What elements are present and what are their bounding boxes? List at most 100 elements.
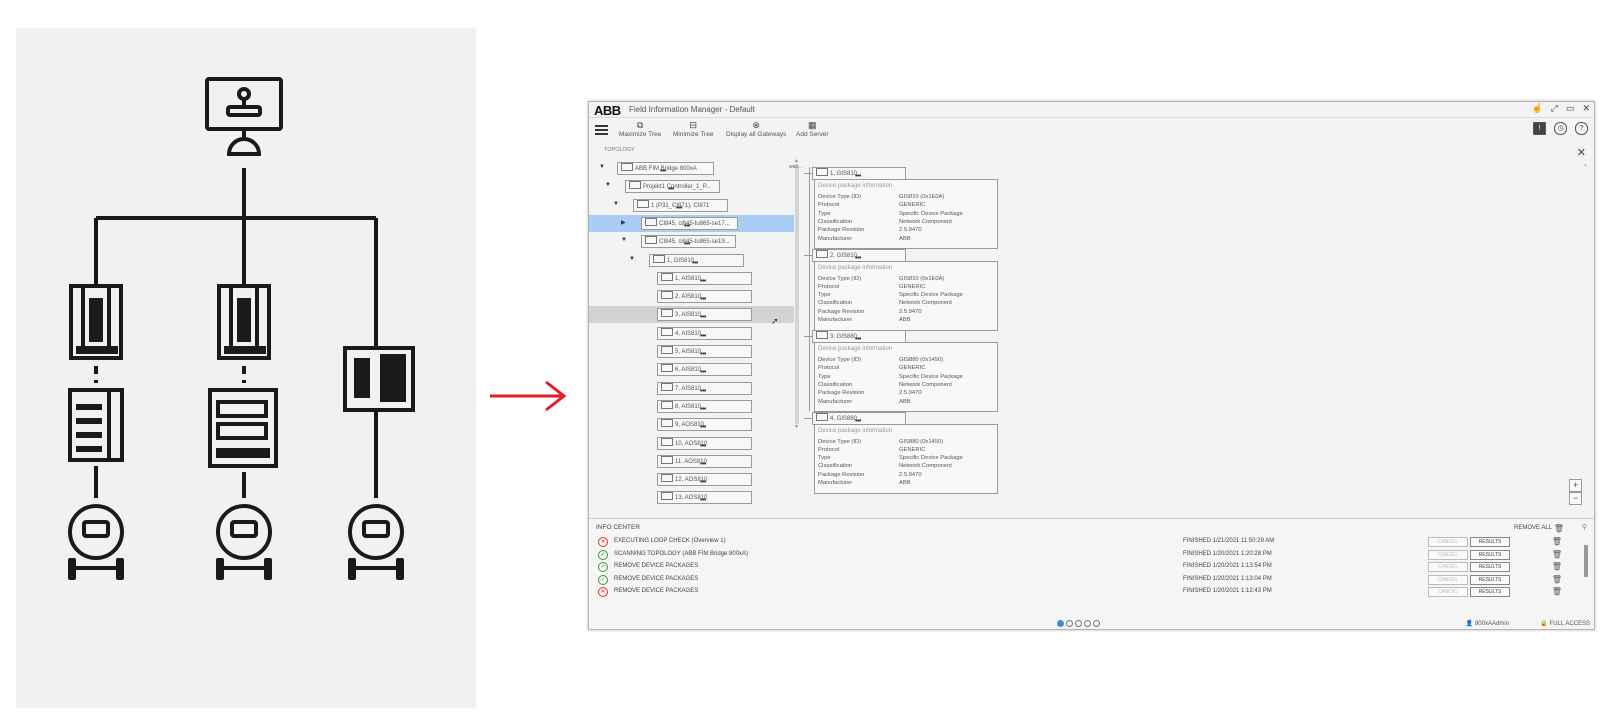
history-icon[interactable]: ◷ bbox=[1554, 122, 1567, 135]
trash-icon[interactable]: 🗑 bbox=[1552, 562, 1562, 571]
caret-down-icon[interactable]: ▼ bbox=[599, 164, 605, 170]
tree-row[interactable]: 13, AOS810 ••• bbox=[589, 489, 794, 506]
tree-node[interactable]: Projekt1 Controller_1_P... ••• bbox=[625, 180, 720, 194]
tree-node[interactable]: 4, AIS810 ••• bbox=[657, 326, 752, 340]
page-dot[interactable] bbox=[1066, 620, 1073, 627]
tree-row[interactable]: 3, AIS810 ••• bbox=[589, 306, 794, 324]
tree-node[interactable]: 9, AOS810 ••• bbox=[657, 418, 752, 432]
zoom-in-button[interactable]: + bbox=[1569, 479, 1582, 492]
tree-row[interactable]: 10, AOS810 ••• bbox=[589, 435, 794, 452]
tree-node[interactable]: CI845, ci845-tu865-se19... ••• bbox=[641, 235, 736, 249]
results-button[interactable]: RESULTS bbox=[1470, 587, 1510, 598]
trash-icon[interactable]: 🗑 bbox=[1552, 587, 1562, 596]
tree-row[interactable]: ▼ ABB FIM Bridge 800xA ••• bbox=[589, 160, 794, 177]
minimize-tree-button[interactable]: ⊟ Minimize Tree bbox=[673, 120, 713, 138]
cancel-button[interactable]: CANCEL bbox=[1428, 574, 1468, 585]
caret-down-icon[interactable]: ▼ bbox=[621, 237, 627, 243]
trash-icon[interactable]: 🗑 bbox=[1552, 537, 1562, 546]
pin-icon[interactable]: ⚲ bbox=[1582, 523, 1587, 531]
tree-node[interactable]: 13, AOS810 ••• bbox=[657, 491, 752, 505]
tree-node[interactable]: 8, AIS810 ••• bbox=[657, 399, 752, 413]
more-icon[interactable]: ••• bbox=[700, 312, 706, 320]
more-icon[interactable]: ••• bbox=[676, 203, 682, 211]
more-icon[interactable]: ••• bbox=[660, 166, 666, 174]
results-button[interactable]: RESULTS bbox=[1470, 574, 1510, 585]
more-icon[interactable]: ••• bbox=[700, 441, 706, 449]
remove-all-button[interactable]: REMOVE ALL bbox=[1514, 525, 1552, 531]
tree-row[interactable]: ▼ 1 (P31_CI871), CI871 ••• bbox=[589, 197, 794, 214]
results-button[interactable]: RESULTS bbox=[1470, 562, 1510, 573]
detail-scrollbar[interactable]: ▲ bbox=[1583, 162, 1588, 168]
zoom-out-button[interactable]: − bbox=[1569, 492, 1582, 505]
tree-row[interactable]: 6, AIS810 ••• bbox=[589, 361, 794, 378]
more-icon[interactable]: ••• bbox=[700, 367, 706, 375]
tree-node[interactable]: 2, AIS810 ••• bbox=[657, 290, 752, 304]
tree-row[interactable]: 1, AIS810 ••• bbox=[589, 270, 794, 287]
caret-right-icon[interactable]: ▶ bbox=[621, 219, 626, 226]
caret-down-icon[interactable]: ▼ bbox=[629, 256, 635, 262]
tree-row[interactable]: ▼ CI845, ci845-tu865-se19... ••• bbox=[589, 233, 794, 250]
caret-down-icon[interactable]: ▼ bbox=[613, 201, 619, 207]
more-icon[interactable]: ••• bbox=[692, 258, 698, 266]
tree-node[interactable]: ABB FIM Bridge 800xA ••• bbox=[617, 162, 714, 175]
caret-down-icon[interactable]: ▼ bbox=[605, 182, 611, 188]
maximize-tree-button[interactable]: ⧉ Maximize Tree bbox=[619, 120, 661, 138]
results-button[interactable]: RESULTS bbox=[1470, 537, 1510, 547]
alert-icon[interactable]: ! bbox=[1533, 122, 1546, 135]
close-icon[interactable]: ✕ bbox=[1582, 103, 1590, 114]
tree-row[interactable]: 2, AIS810 ••• bbox=[589, 288, 794, 305]
more-icon[interactable]: ••• bbox=[700, 422, 706, 430]
tree-node[interactable]: 1 (P31_CI871), CI871 ••• bbox=[633, 198, 728, 212]
tree-row[interactable]: 4, AIS810 ••• bbox=[589, 325, 794, 342]
add-server-button[interactable]: ▦ Add Server bbox=[796, 120, 829, 138]
tree-node[interactable]: 11, AOS810 ••• bbox=[657, 454, 752, 468]
more-icon[interactable]: ••• bbox=[684, 239, 690, 247]
tree-node[interactable]: 3, AIS810 ••• bbox=[657, 308, 752, 322]
more-icon[interactable]: ••• bbox=[700, 294, 706, 302]
display-all-gateways-button[interactable]: ⊗ Display all Gateways bbox=[726, 120, 786, 138]
tree-node[interactable]: 7, AIS810 ••• bbox=[657, 381, 752, 395]
restore-icon[interactable]: ▭ bbox=[1566, 103, 1575, 114]
tree-row[interactable]: 11, AOS810 ••• bbox=[589, 453, 794, 470]
more-icon[interactable]: ••• bbox=[684, 221, 690, 229]
page-dot[interactable] bbox=[1057, 620, 1064, 627]
touch-mode-icon[interactable]: ☝ bbox=[1532, 103, 1543, 114]
tree-node[interactable]: 6, AIS810 ••• bbox=[657, 363, 752, 377]
cancel-button[interactable]: CANCEL bbox=[1428, 562, 1468, 573]
more-icon[interactable]: ••• bbox=[700, 331, 706, 339]
more-icon[interactable]: ••• bbox=[668, 184, 674, 192]
tree-row[interactable]: ▶ CI845, ci845-tu865-se17... ••• bbox=[589, 214, 794, 232]
tree-node[interactable]: CI845, ci845-tu865-se17... ••• bbox=[641, 216, 738, 230]
results-button[interactable]: RESULTS bbox=[1470, 549, 1510, 560]
cancel-button[interactable]: CANCEL bbox=[1428, 549, 1468, 560]
page-dot[interactable] bbox=[1084, 620, 1091, 627]
help-icon[interactable]: ? bbox=[1575, 122, 1588, 135]
more-icon[interactable]: ••• bbox=[700, 459, 706, 467]
tree-row[interactable]: ▼ Projekt1 Controller_1_P... ••• bbox=[589, 178, 794, 195]
more-icon[interactable]: ••• bbox=[700, 477, 706, 485]
tree-row[interactable]: ▼ 1, GIS810 ••• bbox=[589, 252, 794, 269]
tree-row[interactable]: 9, AOS810 ••• bbox=[589, 416, 794, 433]
page-indicator[interactable] bbox=[1057, 620, 1100, 627]
more-icon[interactable]: ••• bbox=[700, 404, 706, 412]
more-icon[interactable]: ••• bbox=[700, 495, 706, 503]
tree-node[interactable]: 1, AIS810 ••• bbox=[657, 271, 752, 285]
tree-node[interactable]: 1, GIS810 ••• bbox=[649, 253, 744, 267]
info-scrollbar[interactable] bbox=[1584, 537, 1588, 585]
more-icon[interactable]: ••• bbox=[700, 386, 706, 394]
tree-row[interactable]: 8, AIS810 ••• bbox=[589, 398, 794, 415]
trash-icon[interactable]: 🗑 bbox=[1552, 550, 1562, 559]
fullscreen-icon[interactable]: ⤢ bbox=[1551, 103, 1558, 114]
tree-node[interactable]: 10, AOS810 ••• bbox=[657, 436, 752, 450]
tree-node[interactable]: 5, AIS810 ••• bbox=[657, 345, 752, 358]
trash-icon[interactable]: 🗑 bbox=[1554, 524, 1564, 533]
tree-scrollbar[interactable]: ▲ ▼ bbox=[794, 158, 799, 430]
tree-row[interactable]: 12, AOS810 ••• bbox=[589, 471, 794, 488]
tree-row[interactable]: 5, AIS810 ••• bbox=[589, 343, 794, 360]
more-icon[interactable]: ••• bbox=[700, 349, 706, 357]
menu-icon[interactable] bbox=[595, 125, 608, 136]
cancel-button[interactable]: CANCEL bbox=[1428, 587, 1468, 598]
page-dot[interactable] bbox=[1093, 620, 1100, 627]
tree-node[interactable]: 12, AOS810 ••• bbox=[657, 473, 752, 487]
more-icon[interactable]: ••• bbox=[700, 276, 706, 284]
